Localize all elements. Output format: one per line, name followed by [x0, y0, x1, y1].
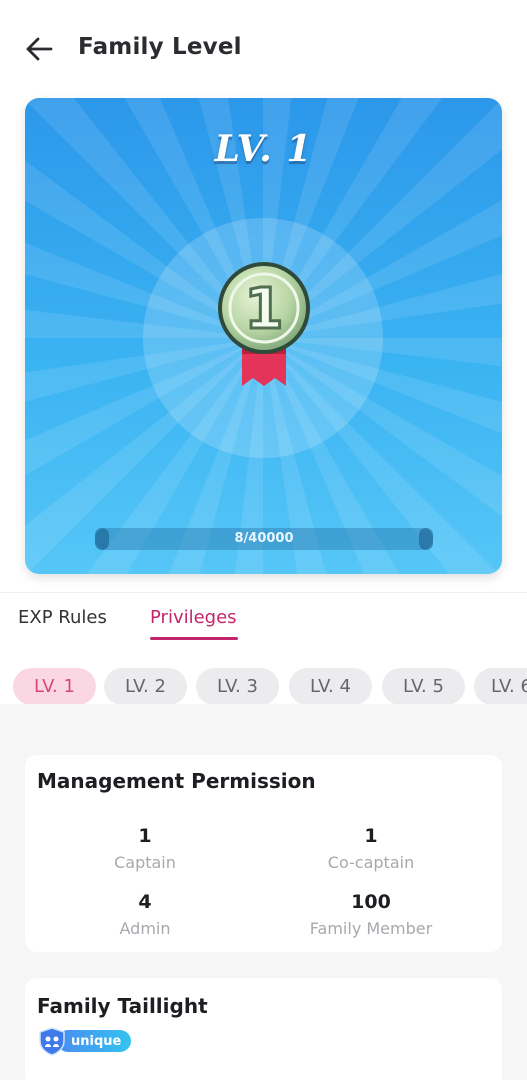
- management-permission-title: Management Permission: [37, 769, 316, 793]
- stat-label: Admin: [119, 919, 171, 938]
- level-chip-1[interactable]: LV. 1: [13, 668, 96, 704]
- stat-captain: 1 Captain: [45, 825, 245, 872]
- active-tab-indicator: [150, 637, 238, 640]
- exp-progress-bar: 8/40000: [95, 528, 433, 550]
- back-button[interactable]: [22, 32, 56, 66]
- family-taillight-title: Family Taillight: [37, 994, 208, 1018]
- tab-privileges[interactable]: Privileges: [150, 607, 237, 628]
- stat-family-member: 100 Family Member: [271, 891, 471, 938]
- exp-progress-text: 8/40000: [234, 531, 294, 546]
- level-chip-3[interactable]: LV. 3: [196, 668, 279, 704]
- arrow-left-icon: [26, 37, 53, 61]
- level-chip-4[interactable]: LV. 4: [289, 668, 372, 704]
- stat-value: 1: [364, 825, 378, 847]
- level-hero-card: LV. 1 1 8/40000: [25, 98, 502, 574]
- stat-label: Co-captain: [327, 853, 415, 872]
- stat-label: Family Member: [309, 919, 433, 938]
- management-permission-card: Management Permission 1 Captain 1 Co-cap…: [25, 755, 502, 952]
- badge-label: unique: [57, 1030, 132, 1052]
- level-chip-6[interactable]: LV. 6: [474, 668, 527, 704]
- shield-icon: [39, 1027, 65, 1056]
- level-chip-2[interactable]: LV. 2: [104, 668, 187, 704]
- medal-number: 1: [245, 277, 284, 342]
- level-selector: LV. 1 LV. 2 LV. 3 LV. 4 LV. 5 LV. 6: [0, 644, 527, 704]
- stat-co-captain: 1 Co-captain: [271, 825, 471, 872]
- unique-badge: unique: [37, 1027, 132, 1056]
- top-bar: Family Level: [0, 0, 527, 98]
- medal-icon: 1: [218, 262, 310, 386]
- tab-bar: EXP Rules Privileges: [0, 592, 527, 644]
- level-title: LV. 1: [214, 128, 313, 170]
- level-chip-5[interactable]: LV. 5: [382, 668, 465, 704]
- stat-value: 4: [138, 891, 152, 913]
- hero-section: LV. 1 1 8/40000: [0, 98, 527, 592]
- stat-label: Captain: [114, 853, 176, 872]
- family-taillight-card: Family Taillight unique: [25, 978, 502, 1080]
- stat-admin: 4 Admin: [45, 891, 245, 938]
- stat-value: 1: [138, 825, 152, 847]
- stat-value: 100: [351, 891, 391, 913]
- page-title: Family Level: [78, 34, 242, 60]
- tab-exp-rules[interactable]: EXP Rules: [18, 607, 107, 628]
